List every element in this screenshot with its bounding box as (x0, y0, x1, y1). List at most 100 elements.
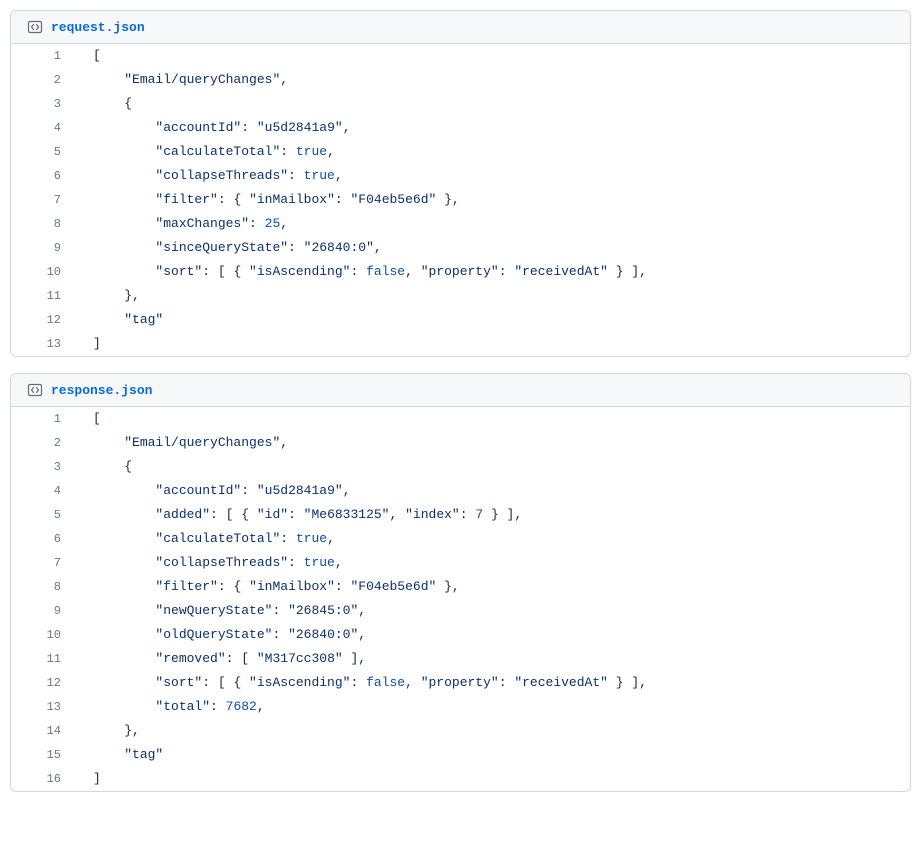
code-token (93, 435, 124, 450)
code-content: "total": 7682, (77, 695, 910, 719)
code-content: [ (77, 44, 910, 68)
line-number: 3 (11, 92, 77, 116)
code-line: 13 "total": 7682, (11, 695, 910, 719)
code-token: "26840:0" (304, 240, 374, 255)
code-line: 5 "added": [ { "id": "Me6833125", "index… (11, 503, 910, 527)
code-token: , (358, 627, 366, 642)
code-token (93, 627, 155, 642)
code-token: : { (218, 192, 249, 207)
code-token: : [ (226, 651, 257, 666)
line-number: 13 (11, 695, 77, 719)
line-number: 2 (11, 431, 77, 455)
code-token: } ], (608, 264, 647, 279)
code-token: { (93, 96, 132, 111)
code-token: true (304, 555, 335, 570)
code-content: }, (77, 284, 910, 308)
code-token: "index" (405, 507, 460, 522)
code-line: 12 "tag" (11, 308, 910, 332)
code-line: 1[ (11, 407, 910, 431)
code-token (93, 531, 155, 546)
code-line: 1[ (11, 44, 910, 68)
code-token: "id" (257, 507, 288, 522)
code-token: "Email/queryChanges" (124, 72, 280, 87)
code-token: [ (93, 48, 101, 63)
code-token: , (405, 675, 421, 690)
code-token: false (366, 675, 405, 690)
code-token (93, 312, 124, 327)
code-token (93, 555, 155, 570)
code-token: }, (93, 723, 140, 738)
code-content: "accountId": "u5d2841a9", (77, 479, 910, 503)
code-token: "F04eb5e6d" (351, 579, 437, 594)
code-block-filename[interactable]: response.json (51, 383, 152, 398)
line-number: 1 (11, 407, 77, 431)
code-token: , (335, 168, 343, 183)
code-content: "sort": [ { "isAscending": false, "prope… (77, 260, 910, 284)
code-block-body: 1[2 "Email/queryChanges",3 {4 "accountId… (11, 407, 910, 791)
line-number: 10 (11, 260, 77, 284)
code-token: : [ { (202, 675, 249, 690)
code-token: "calculateTotal" (155, 531, 280, 546)
code-token: "u5d2841a9" (257, 483, 343, 498)
code-token: "u5d2841a9" (257, 120, 343, 135)
code-line: 9 "newQueryState": "26845:0", (11, 599, 910, 623)
code-token: "Me6833125" (304, 507, 390, 522)
code-content: "sinceQueryState": "26840:0", (77, 236, 910, 260)
code-line: 2 "Email/queryChanges", (11, 431, 910, 455)
code-token: : (499, 675, 515, 690)
code-content: "added": [ { "id": "Me6833125", "index":… (77, 503, 910, 527)
code-token: "sort" (155, 264, 202, 279)
code-token: true (304, 168, 335, 183)
code-token: "tag" (124, 747, 163, 762)
line-number: 11 (11, 647, 77, 671)
line-number: 7 (11, 188, 77, 212)
code-token: 7 (475, 507, 483, 522)
line-number: 8 (11, 575, 77, 599)
code-line: 4 "accountId": "u5d2841a9", (11, 116, 910, 140)
line-number: 4 (11, 116, 77, 140)
code-line: 16] (11, 767, 910, 791)
code-token (93, 483, 155, 498)
code-token: , (257, 699, 265, 714)
line-number: 11 (11, 284, 77, 308)
code-line: 7 "filter": { "inMailbox": "F04eb5e6d" }… (11, 188, 910, 212)
code-file-icon (27, 19, 43, 35)
line-number: 8 (11, 212, 77, 236)
line-number: 12 (11, 308, 77, 332)
code-token: "maxChanges" (155, 216, 249, 231)
code-token: } ], (608, 675, 647, 690)
code-content: { (77, 92, 910, 116)
code-token: : (288, 507, 304, 522)
code-token: "inMailbox" (249, 579, 335, 594)
code-line: 10 "sort": [ { "isAscending": false, "pr… (11, 260, 910, 284)
code-token: : (288, 240, 304, 255)
code-token: "added" (155, 507, 210, 522)
code-token (93, 507, 155, 522)
code-token (93, 675, 155, 690)
code-token: , (327, 531, 335, 546)
code-token: "collapseThreads" (155, 168, 288, 183)
code-token: "property" (421, 675, 499, 690)
code-token: : (499, 264, 515, 279)
code-line: 7 "collapseThreads": true, (11, 551, 910, 575)
code-block: request.json1[2 "Email/queryChanges",3 {… (10, 10, 911, 357)
line-number: 1 (11, 44, 77, 68)
code-token: "accountId" (155, 120, 241, 135)
code-token: , (280, 216, 288, 231)
code-token: : (249, 216, 265, 231)
code-line: 8 "maxChanges": 25, (11, 212, 910, 236)
line-number: 15 (11, 743, 77, 767)
code-line: 8 "filter": { "inMailbox": "F04eb5e6d" }… (11, 575, 910, 599)
code-content: "newQueryState": "26845:0", (77, 599, 910, 623)
code-content: "maxChanges": 25, (77, 212, 910, 236)
code-line: 6 "collapseThreads": true, (11, 164, 910, 188)
code-line: 11 "removed": [ "M317cc308" ], (11, 647, 910, 671)
code-token: "filter" (155, 192, 217, 207)
code-block-filename[interactable]: request.json (51, 20, 145, 35)
code-token: : (460, 507, 476, 522)
code-token: 25 (265, 216, 281, 231)
code-content: "Email/queryChanges", (77, 68, 910, 92)
code-token: }, (436, 579, 459, 594)
code-token: true (296, 531, 327, 546)
code-token: true (296, 144, 327, 159)
